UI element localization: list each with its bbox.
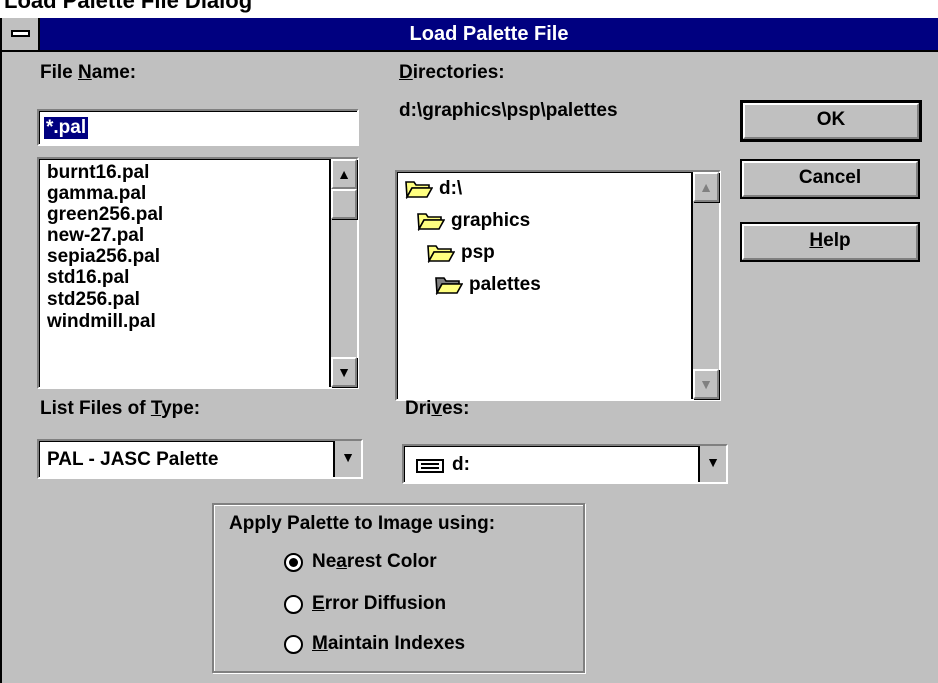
file-name-value: *.pal xyxy=(44,117,89,139)
scroll-thumb[interactable] xyxy=(331,189,357,219)
drive-value: d: xyxy=(452,454,470,475)
file-name-label: File Name: xyxy=(40,62,137,83)
open-folder-selected-icon xyxy=(435,277,463,295)
radio-maintain-indexes[interactable]: Maintain Indexes xyxy=(284,633,465,655)
load-palette-dialog: Load Palette File File Name: *.pal burnt… xyxy=(0,18,938,683)
file-type-value: PAL - JASC Palette xyxy=(47,449,219,470)
directory-item[interactable]: psp xyxy=(427,242,495,264)
open-folder-icon xyxy=(417,213,445,231)
dropdown-arrow-icon[interactable]: ▼ xyxy=(333,441,361,477)
scroll-up-arrow-icon[interactable]: ▲ xyxy=(331,159,357,189)
directory-item[interactable]: d:\ xyxy=(405,178,462,200)
directories-label: Directories: xyxy=(399,62,505,83)
scroll-down-arrow-icon[interactable]: ▼ xyxy=(693,369,719,399)
radio-button-checked[interactable] xyxy=(284,552,303,572)
file-list[interactable]: burnt16.pal gamma.pal green256.pal new-2… xyxy=(37,157,359,389)
list-item[interactable]: std256.pal xyxy=(47,290,140,310)
drive-icon xyxy=(416,459,444,473)
radio-nearest-color[interactable]: Ne a rest Color xyxy=(284,551,437,573)
directory-item[interactable]: graphics xyxy=(417,210,530,232)
file-type-label: List Files of Type: xyxy=(40,398,201,419)
open-folder-icon xyxy=(405,181,433,199)
file-list-scrollbar[interactable]: ▲ ▼ xyxy=(329,159,357,387)
drive-select[interactable]: d: ▼ xyxy=(402,444,728,484)
list-item[interactable]: new-27.pal xyxy=(47,226,144,246)
outer-caption: Load Palette File Dialog xyxy=(4,0,253,13)
dialog-title: Load Palette File xyxy=(409,23,569,45)
open-folder-icon xyxy=(427,245,455,263)
apply-palette-group: Apply Palette to Image using: Ne a rest Co… xyxy=(212,503,585,673)
scroll-up-arrow-icon[interactable]: ▲ xyxy=(693,172,719,202)
file-type-select[interactable]: PAL - JASC Palette ▼ xyxy=(37,439,363,479)
current-path: d:\graphics\psp\palettes xyxy=(399,100,618,121)
list-item[interactable]: burnt16.pal xyxy=(47,163,149,183)
radio-button[interactable] xyxy=(284,634,303,654)
radio-error-diffusion[interactable]: Error Diffusion xyxy=(284,593,446,615)
drives-label: Drives: xyxy=(405,398,470,419)
list-item[interactable]: sepia256.pal xyxy=(47,247,160,267)
list-item[interactable]: gamma.pal xyxy=(47,184,146,204)
scroll-down-arrow-icon[interactable]: ▼ xyxy=(331,357,357,387)
dropdown-arrow-icon[interactable]: ▼ xyxy=(698,446,726,482)
cancel-button[interactable]: Cancel xyxy=(740,159,920,199)
group-title: Apply Palette to Image using: xyxy=(229,513,496,534)
system-menu-icon[interactable] xyxy=(2,18,40,50)
list-item[interactable]: windmill.pal xyxy=(47,312,156,332)
directory-list[interactable]: d:\ graphics psp palettes ▲ ▼ xyxy=(395,170,721,401)
list-item[interactable]: green256.pal xyxy=(47,205,163,225)
radio-button[interactable] xyxy=(284,594,303,614)
directory-list-scrollbar[interactable]: ▲ ▼ xyxy=(691,172,719,399)
help-button[interactable]: Help xyxy=(740,222,920,262)
directory-item-selected[interactable]: palettes xyxy=(435,274,541,296)
file-name-input[interactable]: *.pal xyxy=(37,109,359,146)
list-item[interactable]: std16.pal xyxy=(47,268,129,288)
title-bar: Load Palette File xyxy=(2,18,938,52)
ok-button[interactable]: OK xyxy=(740,100,922,142)
